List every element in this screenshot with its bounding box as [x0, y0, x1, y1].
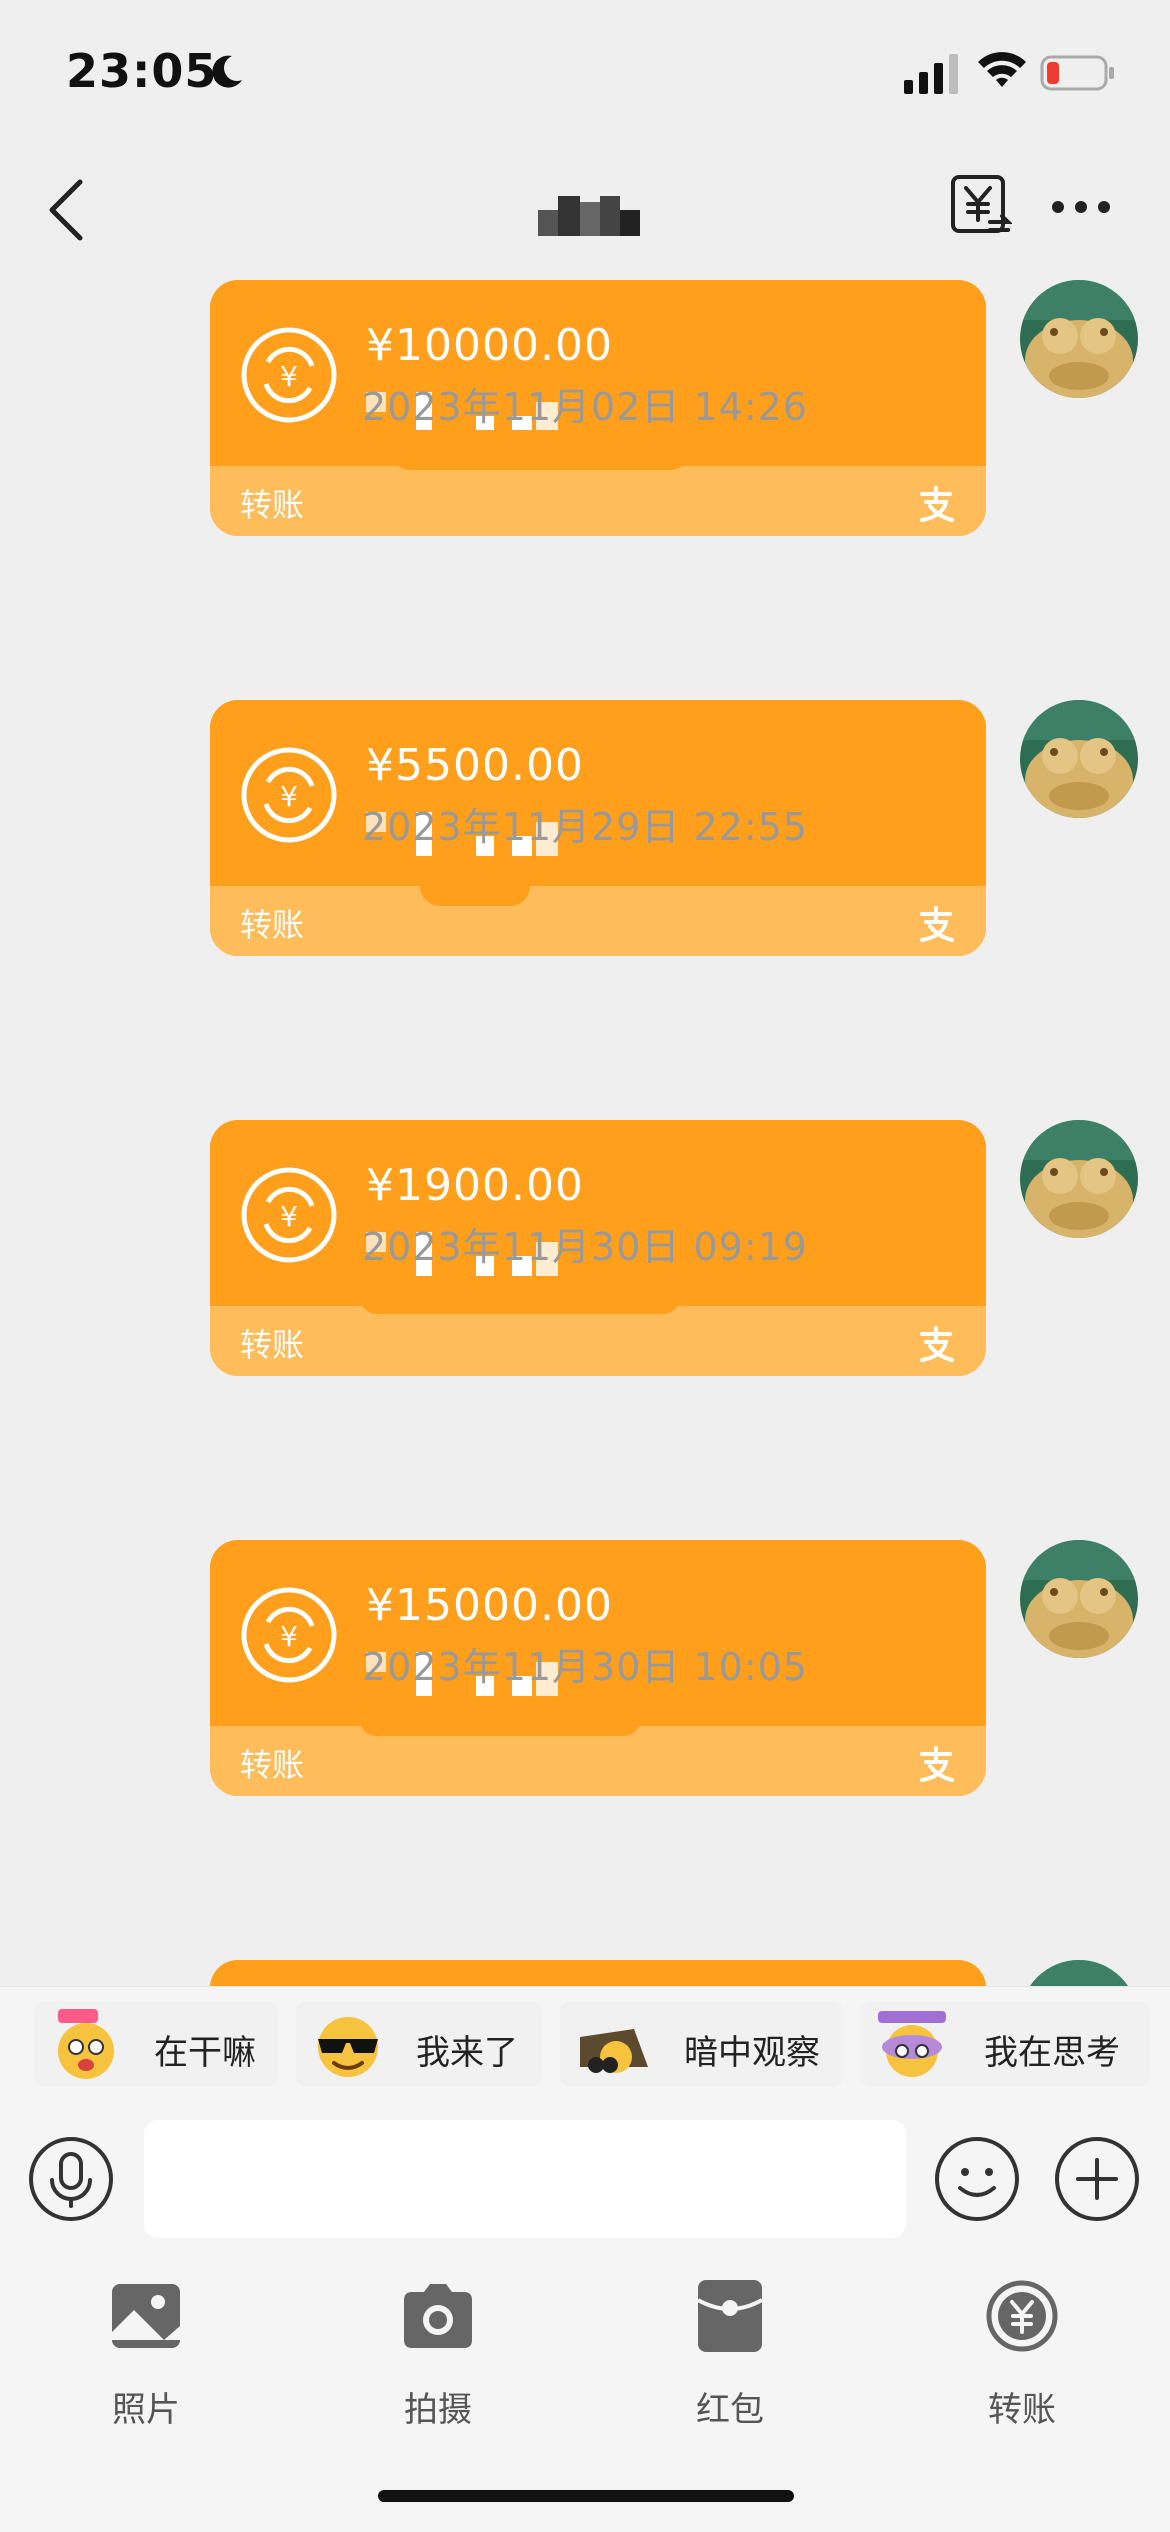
home-indicator[interactable]: [378, 2490, 794, 2502]
status-time: 23:05: [66, 44, 218, 98]
message-timestamp: 2023年11月30日 10:05: [361, 1645, 808, 1689]
alipay-icon: [920, 906, 954, 942]
sticker-label: 在干嘛: [154, 2033, 256, 2073]
sticker-suggestion[interactable]: 暗中观察: [560, 2001, 844, 2087]
input-row: [0, 2100, 1170, 2256]
avatar[interactable]: [1020, 1960, 1138, 1986]
transfer-amount: ¥1900.00: [366, 1160, 584, 1211]
message-list[interactable]: ¥ ¥10000.00 转账 2023年11月02日 14:26 ¥ ¥5500…: [0, 280, 1170, 1986]
sticker-suggestion[interactable]: 在干嘛: [34, 2001, 278, 2087]
alipay-icon: [920, 1746, 954, 1782]
contact-name-redacted: [538, 196, 640, 236]
emoji-icon[interactable]: [934, 2136, 1020, 2222]
redaction-cover: [360, 1704, 640, 1736]
plus-icon[interactable]: [1054, 2136, 1140, 2222]
thinking-sticker-icon: [878, 2011, 946, 2077]
sticker-suggestion-bar: 在干嘛 我来了 暗中观察 我在思考: [0, 1986, 1170, 2100]
more-dots-icon[interactable]: [1050, 192, 1112, 222]
sticker-suggestion[interactable]: 我来了: [296, 2001, 542, 2087]
transfer-label: 转账: [240, 1746, 305, 1784]
photo-button[interactable]: 照片: [46, 2276, 246, 2446]
transfer-label: 转账: [240, 486, 305, 524]
peek-sticker-icon: [580, 2029, 648, 2073]
microphone-icon[interactable]: [28, 2136, 114, 2222]
chat-header: [0, 140, 1170, 280]
transfer-amount: ¥15000.00: [366, 1580, 613, 1631]
photo-icon: [112, 2284, 180, 2348]
transfer-card[interactable]: [210, 1960, 986, 1986]
redaction-cover: [360, 1280, 680, 1314]
transfer-icon: [986, 2280, 1058, 2352]
wifi-icon: [978, 52, 1026, 87]
transfer-label: 转账: [988, 2390, 1056, 2430]
transfer-message: [0, 1960, 1170, 1986]
battery-icon: [1040, 55, 1114, 91]
alipay-icon: [920, 1326, 954, 1362]
chevron-left-icon[interactable]: [44, 176, 88, 244]
camera-button[interactable]: 拍摄: [338, 2276, 538, 2446]
camera-label: 拍摄: [404, 2390, 472, 2430]
message-timestamp: 2023年11月02日 14:26: [361, 385, 808, 429]
zaiganma-sticker-icon: [58, 2009, 114, 2079]
sunglasses-sticker-icon: [318, 2017, 378, 2077]
redaction-cover: [390, 430, 690, 470]
moon-icon: [212, 55, 242, 88]
camera-icon: [404, 2284, 472, 2348]
sticker-label: 我在思考: [984, 2033, 1120, 2073]
status-bar: 23:05: [0, 0, 1170, 140]
sticker-suggestion[interactable]: 我在思考: [860, 2001, 1150, 2087]
message-input[interactable]: [144, 2120, 906, 2238]
photo-label: 照片: [112, 2390, 180, 2430]
transfer-label: 转账: [240, 1326, 305, 1364]
red-packet-icon: [697, 2280, 763, 2352]
alipay-icon: [920, 486, 954, 522]
message-timestamp: 2023年11月29日 22:55: [361, 805, 808, 849]
transfer-amount: ¥5500.00: [366, 740, 584, 791]
avatar-image: [1020, 1960, 1138, 1986]
yuan-exchange-icon[interactable]: [950, 174, 1012, 238]
transfer-amount: ¥10000.00: [366, 320, 613, 371]
attachment-toolbar: 照片 拍摄 红包 转账: [0, 2256, 1170, 2532]
red-packet-label: 红包: [696, 2390, 764, 2430]
transfer-label: 转账: [240, 906, 305, 944]
cellular-signal-icon: [904, 54, 958, 94]
sticker-label: 暗中观察: [684, 2033, 820, 2073]
redaction-cover: [420, 856, 530, 906]
red-packet-button[interactable]: 红包: [630, 2276, 830, 2446]
transfer-button[interactable]: 转账: [922, 2276, 1122, 2446]
sticker-label: 我来了: [416, 2033, 518, 2073]
message-timestamp: 2023年11月30日 09:19: [361, 1225, 808, 1269]
